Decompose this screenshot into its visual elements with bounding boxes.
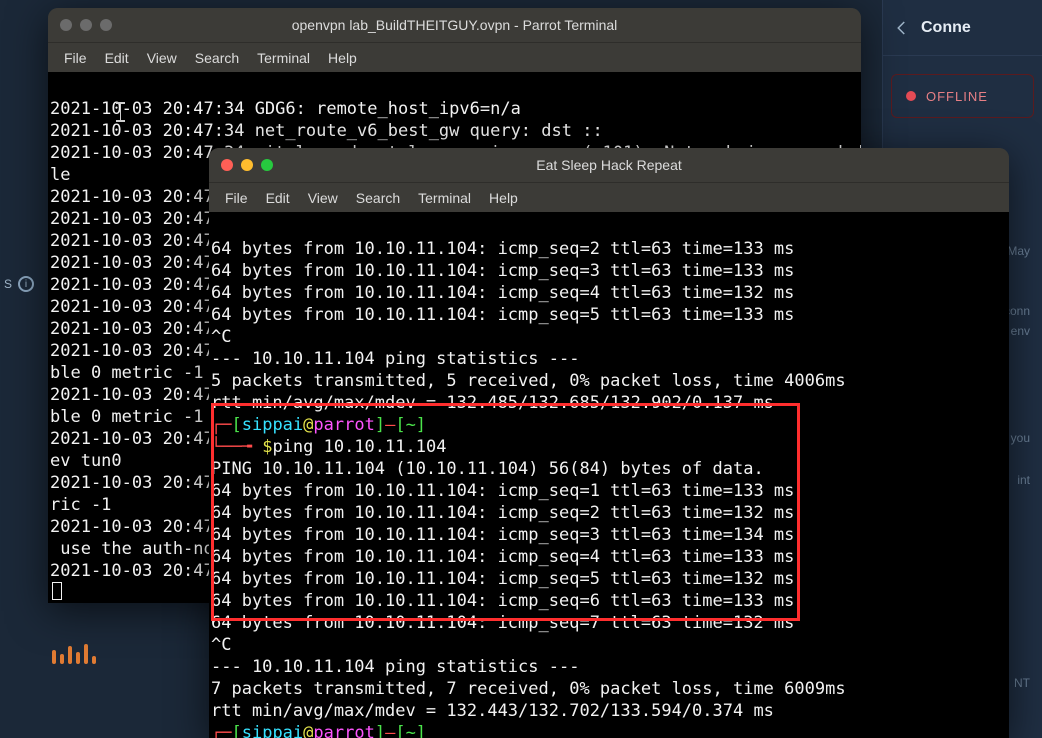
menu-edit[interactable]: Edit (266, 190, 290, 206)
ping-line: 64 bytes from 10.10.11.104: icmp_seq=6 t… (211, 591, 794, 611)
log-line: 2021-10-03 20:47 (50, 319, 214, 339)
log-line: 2021-10-03 20:47 (50, 253, 214, 273)
right-int-text: int (1017, 473, 1030, 487)
log-line: 2021-10-03 20:47 (50, 385, 214, 405)
prompt-user: sippai (242, 723, 303, 738)
log-line: 2021-10-03 20:47:34 GDG6: remote_host_ip… (50, 99, 521, 119)
chevron-left-icon[interactable] (893, 19, 911, 37)
ctrl-c: ^C (211, 635, 231, 655)
menubar: File Edit View Search Terminal Help (209, 182, 1009, 212)
menu-file[interactable]: File (225, 190, 248, 206)
prompt-line: ┌─ (211, 415, 231, 435)
ping-line: 64 bytes from 10.10.11.104: icmp_seq=1 t… (211, 481, 794, 501)
info-icon[interactable]: i (18, 276, 34, 292)
offline-label: OFFLINE (926, 89, 988, 104)
menu-edit[interactable]: Edit (105, 50, 129, 66)
info-badge-letter: S (4, 277, 12, 291)
ping-stats: --- 10.10.11.104 ping statistics --- (211, 657, 579, 677)
ping-stats: rtt min/avg/max/mdev = 132.443/132.702/1… (211, 701, 774, 721)
ping-stats: --- 10.10.11.104 ping statistics --- (211, 349, 579, 369)
log-line: 2021-10-03 20:47 (50, 341, 214, 361)
right-env-text: env (1011, 324, 1030, 338)
prompt-host: parrot (313, 723, 374, 738)
ping-line: 64 bytes from 10.10.11.104: icmp_seq=2 t… (211, 239, 794, 259)
log-line: ev tun0 (50, 451, 122, 471)
terminal-cursor-icon (52, 582, 62, 600)
menu-terminal[interactable]: Terminal (257, 50, 310, 66)
offline-dot-icon (906, 91, 916, 101)
shell-command: ping 10.10.11.104 (272, 437, 446, 457)
menu-view[interactable]: View (308, 190, 338, 206)
prompt-line: ┌─ (211, 723, 231, 738)
info-badge: S i (4, 276, 34, 292)
right-timestamp: May (1007, 244, 1030, 258)
ping-line: 64 bytes from 10.10.11.104: icmp_seq=3 t… (211, 525, 794, 545)
log-line: 2021-10-03 20:47 (50, 231, 214, 251)
right-sidebar-header: Conne (883, 0, 1042, 56)
log-line: 2021-10-03 20:47 (50, 473, 214, 493)
ping-line: 64 bytes from 10.10.11.104: icmp_seq=3 t… (211, 261, 794, 281)
menu-help[interactable]: Help (489, 190, 518, 206)
ping-line: 64 bytes from 10.10.11.104: icmp_seq=5 t… (211, 569, 794, 589)
titlebar[interactable]: Eat Sleep Hack Repeat (209, 148, 1009, 182)
log-line: 2021-10-03 20:47 (50, 561, 214, 581)
log-line: 2021-10-03 20:47 (50, 429, 214, 449)
menu-view[interactable]: View (147, 50, 177, 66)
log-line: ble 0 metric -1 (50, 407, 204, 427)
prompt-host: parrot (313, 415, 374, 435)
panel-title: Conne (921, 19, 971, 37)
ping-line: 64 bytes from 10.10.11.104: icmp_seq=2 t… (211, 503, 794, 523)
ping-line: 64 bytes from 10.10.11.104: icmp_seq=5 t… (211, 305, 794, 325)
ctrl-c: ^C (211, 327, 231, 347)
log-line: 2021-10-03 20:47 (50, 275, 214, 295)
prompt-branch: └──╼ (211, 437, 262, 457)
ping-stats: 7 packets transmitted, 7 received, 0% pa… (211, 679, 846, 699)
terminal-window-eshr[interactable]: Eat Sleep Hack Repeat File Edit View Sea… (209, 148, 1009, 738)
log-line: ric -1 (50, 495, 111, 515)
log-line: 2021-10-03 20:47 (50, 209, 214, 229)
log-line: 2021-10-03 20:47 (50, 517, 214, 537)
ping-stats: 5 packets transmitted, 5 received, 0% pa… (211, 371, 846, 391)
ping-stats: rtt min/avg/max/mdev = 132.485/132.685/1… (211, 393, 774, 413)
connection-status[interactable]: OFFLINE (891, 74, 1034, 118)
ping-line: 64 bytes from 10.10.11.104: icmp_seq=4 t… (211, 547, 794, 567)
menu-terminal[interactable]: Terminal (418, 190, 471, 206)
sparkline-icon (52, 642, 96, 664)
terminal-viewport-b[interactable]: 64 bytes from 10.10.11.104: icmp_seq=2 t… (209, 212, 1009, 738)
window-title: Eat Sleep Hack Repeat (209, 157, 1009, 173)
titlebar[interactable]: openvpn lab_BuildTHEITGUY.ovpn - Parrot … (48, 8, 861, 42)
menubar: File Edit View Search Terminal Help (48, 42, 861, 72)
log-line: 2021-10-03 20:47 (50, 297, 214, 317)
prompt-user: sippai (242, 415, 303, 435)
menu-file[interactable]: File (64, 50, 87, 66)
ping-line: 64 bytes from 10.10.11.104: icmp_seq=7 t… (211, 613, 794, 633)
log-line: le (50, 165, 70, 185)
right-nt-text: NT (1014, 676, 1030, 690)
right-you-text: you (1011, 431, 1030, 445)
ping-line: 64 bytes from 10.10.11.104: icmp_seq=4 t… (211, 283, 794, 303)
menu-help[interactable]: Help (328, 50, 357, 66)
log-line: 2021-10-03 20:47:34 net_route_v6_best_gw… (50, 121, 603, 141)
log-line: use the auth-no (50, 539, 214, 559)
menu-search[interactable]: Search (356, 190, 400, 206)
log-line: ble 0 metric -1 (50, 363, 204, 383)
window-title: openvpn lab_BuildTHEITGUY.ovpn - Parrot … (48, 17, 861, 33)
log-line: 2021-10-03 20:47 (50, 187, 214, 207)
menu-search[interactable]: Search (195, 50, 239, 66)
ping-header: PING 10.10.11.104 (10.10.11.104) 56(84) … (211, 459, 764, 479)
